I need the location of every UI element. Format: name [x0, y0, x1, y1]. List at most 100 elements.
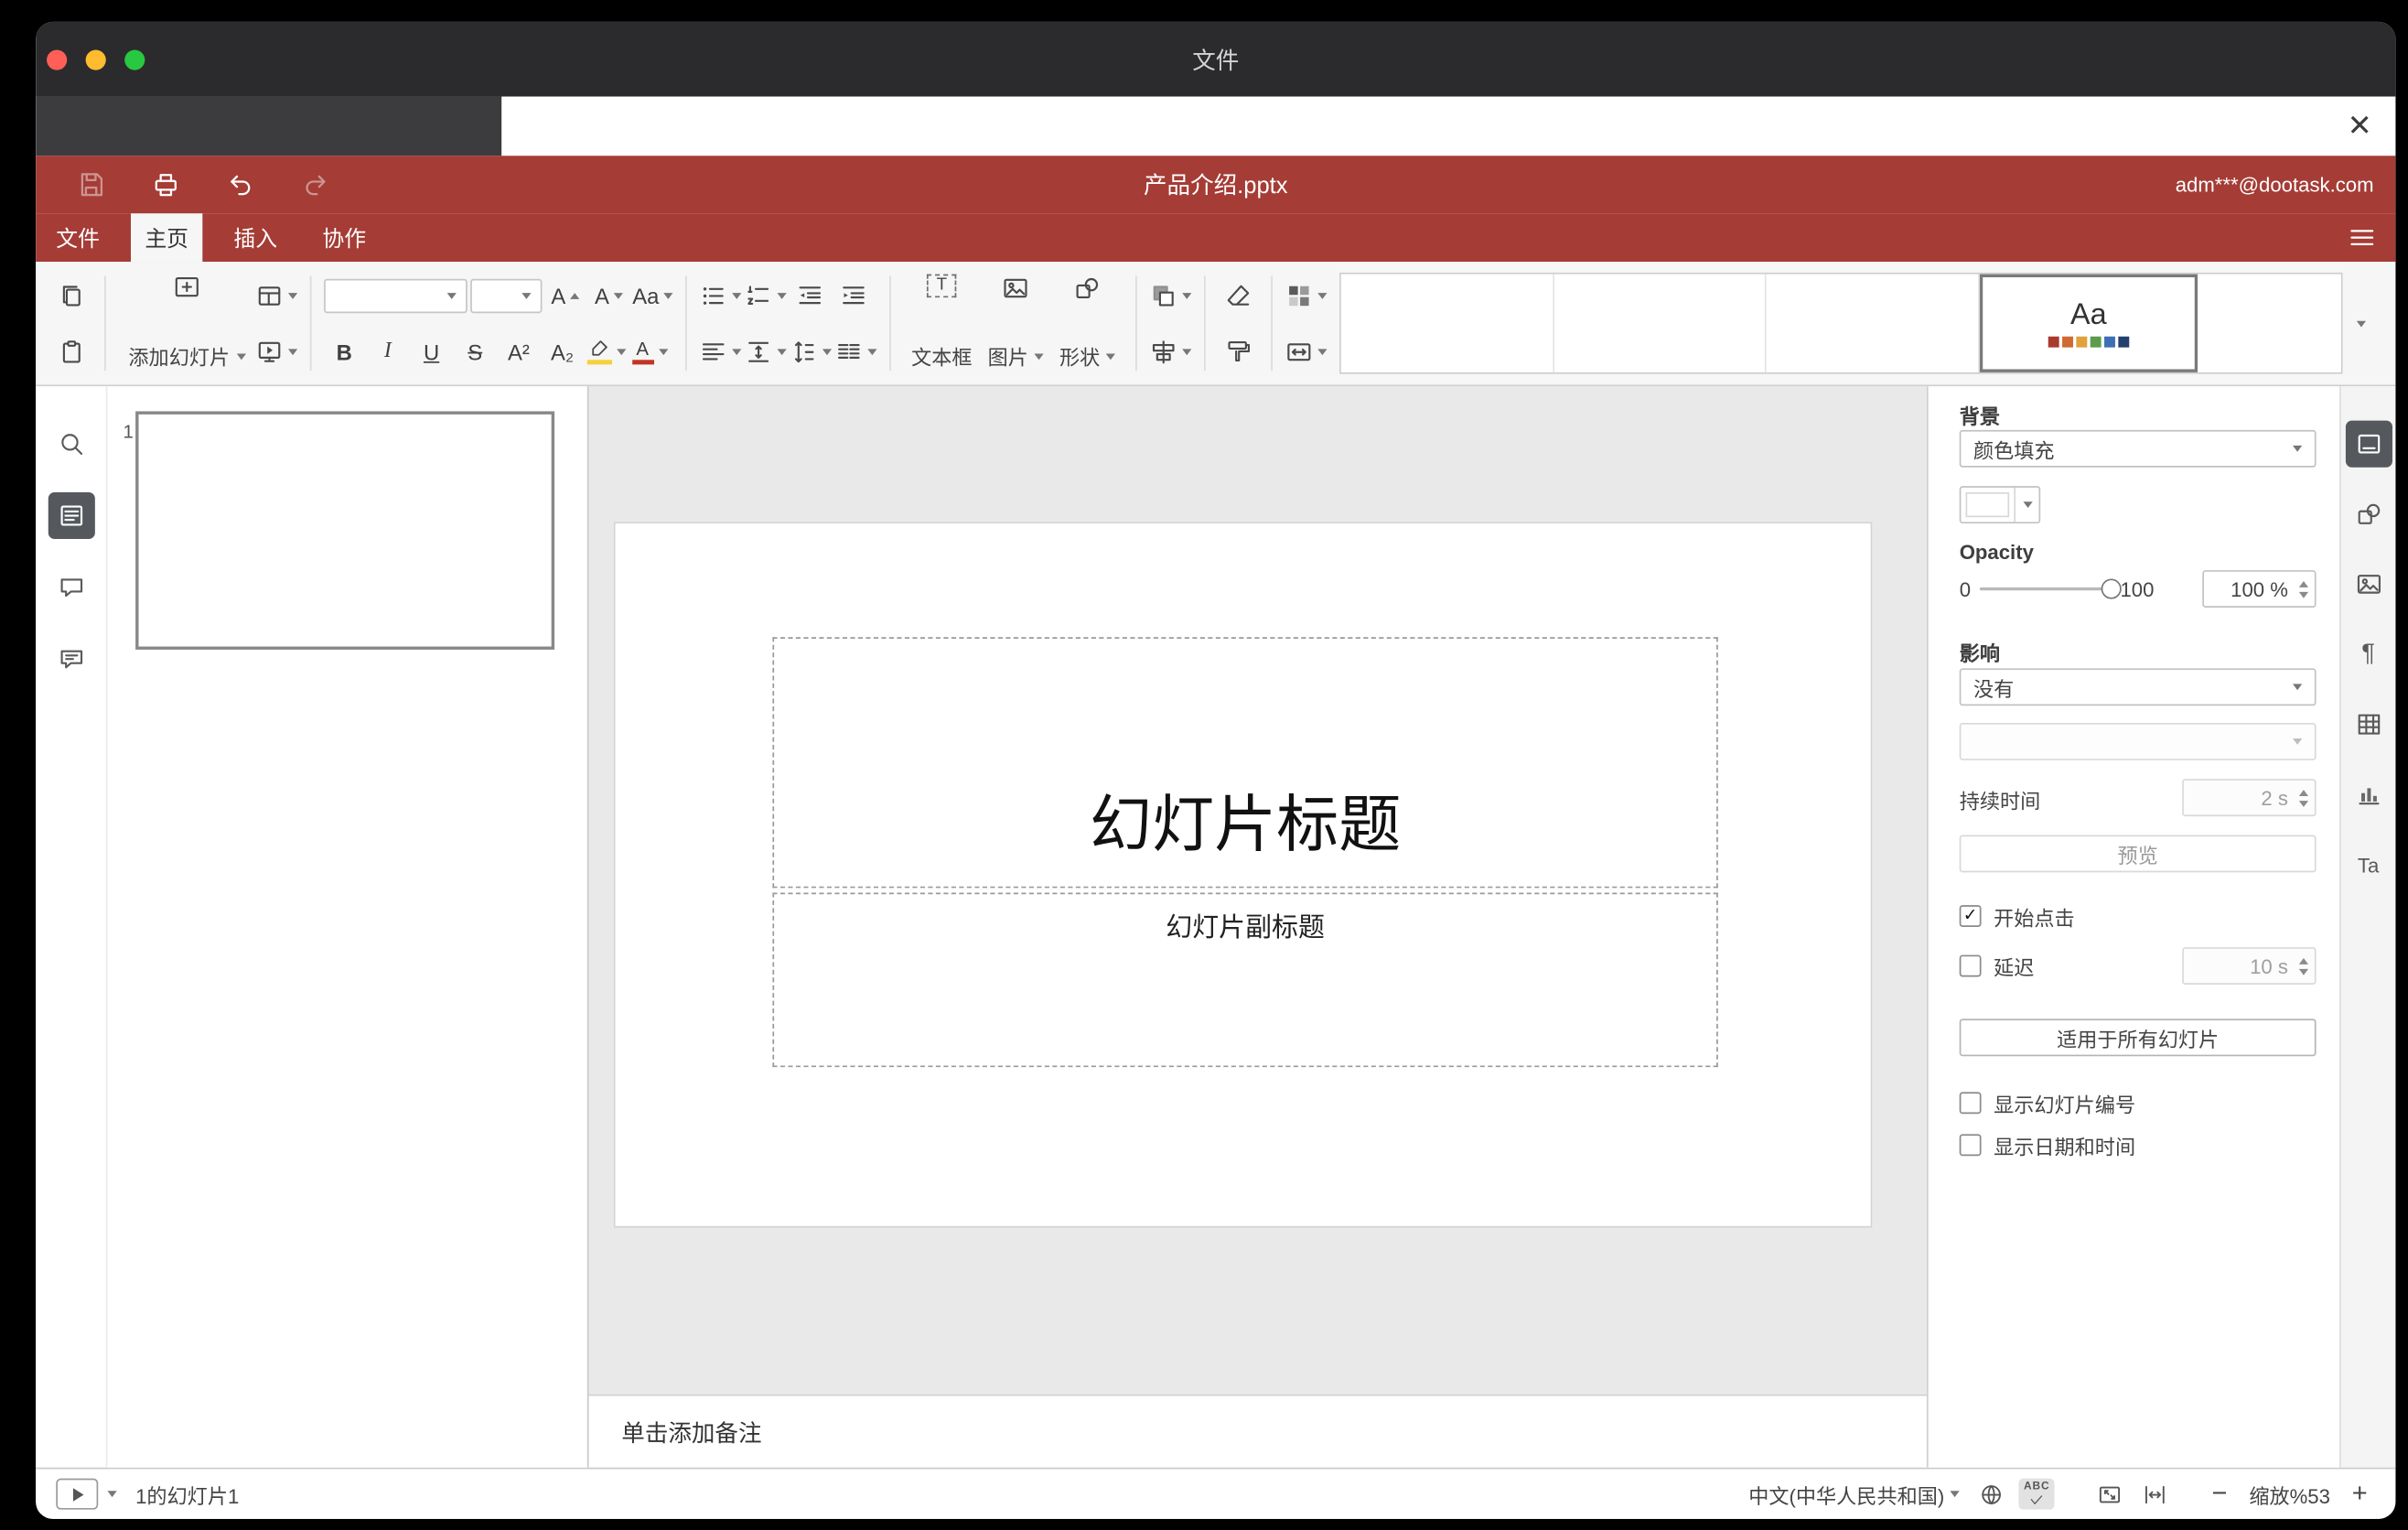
- font-color-icon: A: [631, 339, 654, 364]
- apply-to-all-slides-button[interactable]: 适用于所有幻灯片: [1959, 1018, 2317, 1057]
- fit-to-slide-button[interactable]: [2091, 1478, 2127, 1511]
- duration-spinner[interactable]: 2 s: [2182, 779, 2317, 817]
- spinner-arrows-icon[interactable]: [2298, 949, 2309, 983]
- font-name-select[interactable]: [324, 277, 468, 313]
- bold-button[interactable]: B: [324, 331, 364, 372]
- color-scheme-button[interactable]: [1285, 275, 1328, 315]
- tab-file[interactable]: 文件: [42, 213, 113, 262]
- underline-button[interactable]: U: [411, 331, 451, 372]
- title-placeholder[interactable]: 幻灯片标题: [772, 637, 1718, 889]
- theme-thumbnail[interactable]: [1553, 274, 1768, 372]
- table-settings-button[interactable]: [2345, 701, 2392, 748]
- print-button[interactable]: [146, 166, 184, 203]
- superscript-button[interactable]: A²: [499, 331, 539, 372]
- fit-to-width-button[interactable]: [2137, 1478, 2173, 1511]
- subscript-button[interactable]: A₂: [542, 331, 582, 372]
- checkbox-unchecked[interactable]: [1959, 1134, 1982, 1157]
- slide-thumbnail[interactable]: [135, 411, 555, 650]
- zoom-out-button[interactable]: −: [2204, 1479, 2235, 1510]
- start-slideshow-button[interactable]: [255, 331, 298, 372]
- language-select[interactable]: 中文(中华人民共和国): [1744, 1476, 1964, 1512]
- show-slide-number-checkbox-row[interactable]: 显示幻灯片编号: [1959, 1091, 2135, 1116]
- subtitle-placeholder[interactable]: 幻灯片副标题: [772, 892, 1718, 1068]
- theme-gallery-expand-button[interactable]: [2343, 270, 2381, 377]
- paragraph-settings-button[interactable]: ¶: [2345, 630, 2392, 677]
- chevron-down-icon: [2293, 738, 2303, 745]
- shape-settings-button[interactable]: [2345, 490, 2392, 537]
- copy-style-button[interactable]: [1219, 331, 1259, 372]
- menu-button[interactable]: [2348, 213, 2377, 262]
- strikethrough-button[interactable]: S: [455, 331, 495, 372]
- vertical-align-button[interactable]: [745, 331, 787, 372]
- checkbox-unchecked[interactable]: [1959, 954, 1982, 977]
- theme-thumbnail-selected[interactable]: Aa: [1979, 274, 2198, 372]
- insert-image-button[interactable]: 图片: [980, 270, 1051, 377]
- opacity-spinner[interactable]: 100 %: [2202, 570, 2317, 608]
- fill-color-picker[interactable]: [1959, 486, 2041, 524]
- clear-style-button[interactable]: [1219, 275, 1259, 315]
- change-case-button[interactable]: Aa: [632, 275, 673, 315]
- slide-settings-button[interactable]: [2345, 420, 2392, 468]
- undo-button[interactable]: [221, 166, 259, 203]
- text-art-settings-button[interactable]: Ta: [2345, 841, 2392, 888]
- theme-thumbnail[interactable]: [1767, 274, 1980, 372]
- italic-button[interactable]: I: [368, 331, 408, 372]
- add-slide-button[interactable]: 添加幻灯片: [118, 270, 255, 377]
- chevron-down-icon[interactable]: [107, 1491, 117, 1498]
- chart-settings-button[interactable]: [2345, 771, 2392, 818]
- slide-layout-button[interactable]: [255, 275, 298, 315]
- font-size-select[interactable]: [470, 277, 543, 313]
- columns-button[interactable]: [835, 331, 877, 372]
- start-preview-button[interactable]: [56, 1478, 99, 1510]
- arrange-button[interactable]: [1150, 275, 1192, 315]
- effect-select[interactable]: 没有: [1959, 668, 2317, 706]
- increase-font-button[interactable]: A: [545, 275, 586, 315]
- effect-type-select[interactable]: [1959, 722, 2317, 760]
- delay-spinner[interactable]: 10 s: [2182, 947, 2317, 985]
- image-settings-button[interactable]: [2345, 561, 2392, 608]
- theme-thumbnail[interactable]: [2197, 274, 2341, 372]
- decrease-indent-button[interactable]: [790, 275, 830, 315]
- search-panel-button[interactable]: [48, 421, 94, 468]
- increase-indent-button[interactable]: [833, 275, 874, 315]
- checkbox-unchecked[interactable]: [1959, 1092, 1982, 1115]
- highlight-color-button[interactable]: [586, 331, 626, 372]
- align-objects-button[interactable]: [1150, 331, 1192, 372]
- tab-insert[interactable]: 插入: [220, 213, 291, 262]
- close-icon[interactable]: ✕: [2339, 106, 2380, 146]
- chat-panel-button[interactable]: [48, 636, 94, 683]
- tab-home[interactable]: 主页: [131, 213, 203, 263]
- decrease-font-button[interactable]: A: [589, 275, 629, 315]
- font-color-button[interactable]: A: [629, 331, 670, 372]
- zoom-in-button[interactable]: +: [2344, 1479, 2375, 1510]
- bullets-button[interactable]: [700, 275, 742, 315]
- theme-thumbnail[interactable]: [1341, 274, 1554, 372]
- opacity-slider[interactable]: [1980, 578, 2123, 599]
- checkbox-checked[interactable]: ✓: [1959, 905, 1982, 927]
- redo-button[interactable]: [296, 166, 333, 203]
- tab-collaboration[interactable]: 协作: [308, 213, 380, 262]
- spinner-arrows-icon[interactable]: [2298, 572, 2309, 606]
- paste-button[interactable]: [51, 331, 91, 372]
- decrease-font-icon: A: [595, 282, 609, 308]
- delay-checkbox-row[interactable]: 延迟: [1959, 954, 2034, 979]
- document-language-button[interactable]: [1974, 1478, 2010, 1511]
- fill-type-select[interactable]: 颜色填充: [1959, 429, 2317, 468]
- save-button[interactable]: [71, 166, 109, 203]
- notes-area[interactable]: 单击添加备注: [588, 1394, 1927, 1468]
- numbering-button[interactable]: [745, 275, 787, 315]
- line-spacing-button[interactable]: [790, 331, 833, 372]
- spinner-arrows-icon[interactable]: [2298, 781, 2309, 814]
- copy-button[interactable]: [51, 275, 91, 315]
- slide-size-button[interactable]: [1285, 331, 1328, 372]
- insert-shape-button[interactable]: 形状: [1051, 270, 1123, 377]
- preview-button[interactable]: 预览: [1959, 835, 2317, 873]
- horizontal-align-button[interactable]: [700, 331, 742, 372]
- start-on-click-checkbox-row[interactable]: ✓ 开始点击: [1959, 903, 2075, 930]
- spellcheck-button[interactable]: ABC: [2018, 1478, 2055, 1510]
- slides-panel-button[interactable]: [47, 491, 94, 540]
- show-date-time-checkbox-row[interactable]: 显示日期和时间: [1959, 1133, 2135, 1158]
- comments-panel-button[interactable]: [48, 564, 94, 610]
- opacity-slider-knob[interactable]: [2102, 578, 2123, 599]
- insert-textbox-button[interactable]: T 文本框: [904, 270, 980, 377]
